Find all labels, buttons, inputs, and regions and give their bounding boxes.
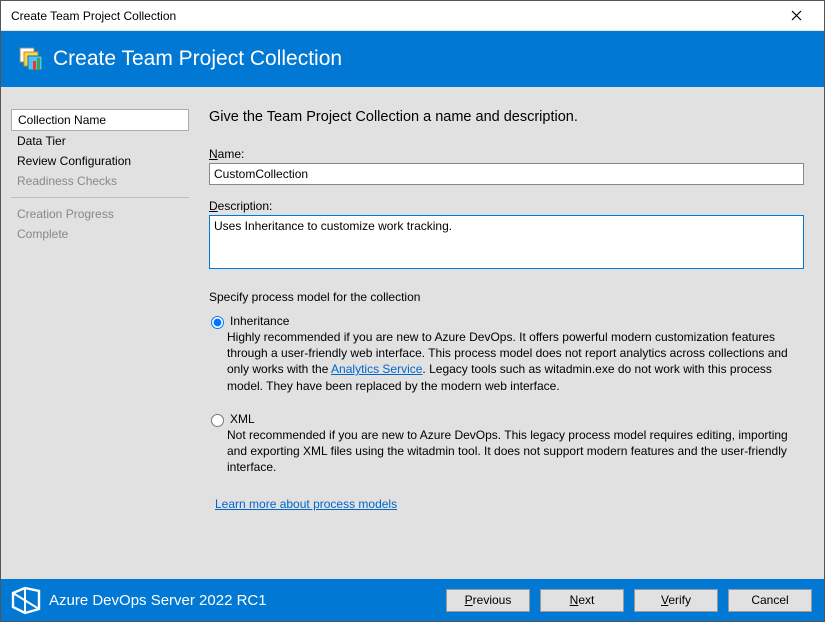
radio-xml-row: XML [211,412,804,427]
sidebar-divider [11,197,189,198]
collection-icon [17,45,45,73]
header-banner: Create Team Project Collection [1,31,824,87]
cancel-button[interactable]: Cancel [728,589,812,612]
previous-button[interactable]: Previous [446,589,530,612]
footer-bar: Azure DevOps Server 2022 RC1 Previous Ne… [1,579,824,621]
footer-buttons: Previous Next Verify Cancel [446,589,812,612]
name-label: Name: [209,147,804,161]
radio-inheritance-row: Inheritance [211,314,804,329]
radio-inheritance-title: Inheritance [230,314,804,328]
process-model-label: Specify process model for the collection [209,290,804,304]
description-label: Description: [209,199,804,213]
sidebar-step-collection-name[interactable]: Collection Name [11,109,189,131]
titlebar: Create Team Project Collection [1,1,824,31]
learn-more-link[interactable]: Learn more about process models [215,497,397,511]
wizard-body: Collection Name Data Tier Review Configu… [1,87,824,579]
radio-inheritance[interactable] [211,316,224,329]
description-input[interactable]: Uses Inheritance to customize work track… [209,215,804,269]
next-button[interactable]: Next [540,589,624,612]
verify-button[interactable]: Verify [634,589,718,612]
sidebar-step-data-tier[interactable]: Data Tier [11,131,189,151]
close-button[interactable] [776,2,816,30]
sidebar-step-review-config[interactable]: Review Configuration [11,151,189,171]
radio-xml[interactable] [211,414,224,427]
azure-devops-icon [9,585,43,615]
wizard-sidebar: Collection Name Data Tier Review Configu… [1,87,199,579]
header-title: Create Team Project Collection [53,47,342,71]
radio-inheritance-desc: Highly recommended if you are new to Azu… [227,329,804,394]
sidebar-step-creation-progress: Creation Progress [11,204,189,224]
sidebar-step-complete: Complete [11,224,189,244]
close-icon [791,10,802,21]
window-title: Create Team Project Collection [11,9,776,23]
wizard-main: Give the Team Project Collection a name … [199,87,824,579]
name-input[interactable] [209,163,804,185]
radio-xml-desc: Not recommended if you are new to Azure … [227,427,804,476]
sidebar-step-readiness-checks: Readiness Checks [11,171,189,191]
page-heading: Give the Team Project Collection a name … [209,109,804,125]
radio-xml-title: XML [230,412,804,426]
analytics-service-link[interactable]: Analytics Service [331,362,422,376]
product-title: Azure DevOps Server 2022 RC1 [49,592,446,609]
